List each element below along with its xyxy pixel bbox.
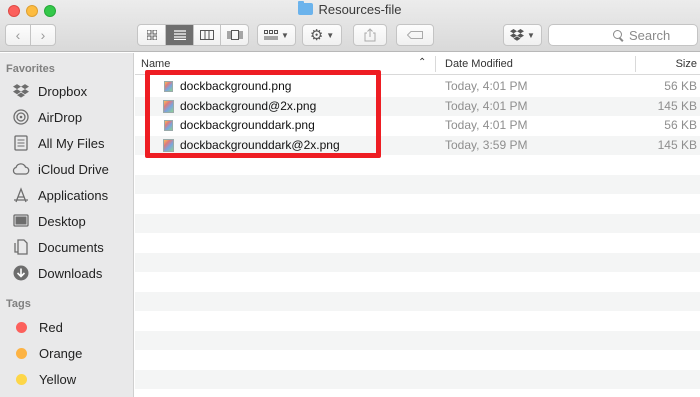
airdrop-icon xyxy=(12,108,30,126)
sidebar-item-downloads[interactable]: Downloads xyxy=(12,263,102,283)
empty-row xyxy=(135,311,700,331)
share-icon xyxy=(364,28,376,42)
arrange-icon xyxy=(264,30,279,40)
empty-row xyxy=(135,350,700,370)
all-files-icon xyxy=(12,134,30,152)
date-column-header[interactable]: Date Modified xyxy=(445,58,513,70)
empty-row xyxy=(135,194,700,214)
image-file-icon xyxy=(163,99,174,113)
search-icon xyxy=(613,29,624,41)
navigation-buttons: ‹ › xyxy=(5,24,56,46)
tags-heading: Tags xyxy=(6,298,31,310)
share-button[interactable] xyxy=(353,24,387,46)
search-field[interactable]: Search xyxy=(548,24,698,46)
chevron-right-icon: › xyxy=(40,27,46,43)
sidebar-item-desktop[interactable]: Desktop xyxy=(12,211,86,231)
file-row[interactable]: dockbackgrounddark@2x.png Today, 3:59 PM… xyxy=(135,135,700,155)
sidebar: Favorites Dropbox AirDrop All My Files i… xyxy=(0,53,134,397)
chevron-down-icon: ▼ xyxy=(281,30,289,40)
arrange-button[interactable]: ▼ xyxy=(257,24,296,46)
column-divider[interactable] xyxy=(635,56,636,72)
sidebar-item-all-my-files[interactable]: All My Files xyxy=(12,133,104,153)
file-name: dockbackgrounddark.png xyxy=(180,118,315,132)
yellow-tag-dot-icon xyxy=(16,373,27,385)
file-date: Today, 4:01 PM xyxy=(445,98,528,113)
sidebar-item-dropbox[interactable]: Dropbox xyxy=(12,81,87,101)
tag-icon xyxy=(407,31,423,39)
image-file-icon xyxy=(164,120,173,131)
sidebar-item-airdrop[interactable]: AirDrop xyxy=(12,107,82,127)
chevron-down-icon: ▼ xyxy=(527,30,535,40)
cover-flow-view-button[interactable] xyxy=(221,25,248,45)
list-icon xyxy=(173,30,186,40)
sidebar-item-tag-yellow[interactable]: Yellow xyxy=(12,369,76,389)
sidebar-item-tag-orange[interactable]: Orange xyxy=(12,343,82,363)
file-row[interactable]: dockbackgrounddark.png Today, 4:01 PM 56… xyxy=(135,116,700,136)
favorites-heading: Favorites xyxy=(6,63,55,75)
file-date: Today, 4:01 PM xyxy=(445,118,528,132)
dropbox-button[interactable]: ▼ xyxy=(503,24,542,46)
empty-row xyxy=(135,369,700,389)
forward-button[interactable]: › xyxy=(31,25,55,45)
cover-flow-icon xyxy=(227,30,242,40)
desktop-icon xyxy=(12,212,30,230)
grid-icon xyxy=(146,30,157,40)
file-row[interactable]: dockbackground.png Today, 4:01 PM 56 KB xyxy=(135,77,700,97)
list-view-button[interactable] xyxy=(166,25,194,45)
empty-row xyxy=(135,291,700,311)
documents-icon xyxy=(12,238,30,256)
file-list: Name ⌃ Date Modified Size dockbackground… xyxy=(135,53,700,397)
columns-icon xyxy=(200,30,214,40)
file-size: 56 KB xyxy=(664,118,697,132)
chevron-left-icon: ‹ xyxy=(15,27,21,43)
size-column-header[interactable]: Size xyxy=(676,58,697,70)
file-name: dockbackgrounddark@2x.png xyxy=(180,137,340,152)
view-mode-control xyxy=(137,24,249,46)
empty-row xyxy=(135,233,700,253)
cloud-icon xyxy=(12,160,30,178)
search-placeholder: Search xyxy=(629,27,671,43)
icon-view-button[interactable] xyxy=(138,25,166,45)
back-button[interactable]: ‹ xyxy=(6,25,31,45)
sidebar-item-tag-red[interactable]: Red xyxy=(12,317,63,337)
empty-row xyxy=(135,272,700,292)
file-date: Today, 4:01 PM xyxy=(445,79,528,93)
edit-tags-button[interactable] xyxy=(396,24,434,46)
column-divider[interactable] xyxy=(435,56,436,72)
sort-ascending-icon: ⌃ xyxy=(418,57,427,68)
action-button[interactable]: ⚙ ▼ xyxy=(302,24,342,46)
empty-row xyxy=(135,155,700,175)
orange-tag-dot-icon xyxy=(16,347,27,359)
chevron-down-icon: ▼ xyxy=(326,30,335,40)
file-size: 145 KB xyxy=(657,98,697,113)
file-size: 145 KB xyxy=(657,137,697,152)
dropbox-icon xyxy=(12,82,30,100)
file-name: dockbackground.png xyxy=(180,79,292,93)
red-tag-dot-icon xyxy=(16,321,27,333)
folder-icon xyxy=(298,1,314,15)
column-header: Name ⌃ Date Modified Size xyxy=(135,53,700,75)
image-file-icon xyxy=(164,81,173,92)
empty-row xyxy=(135,330,700,350)
empty-row xyxy=(135,213,700,233)
column-view-button[interactable] xyxy=(194,25,221,45)
sidebar-item-applications[interactable]: Applications xyxy=(12,185,108,205)
name-column-header[interactable]: Name xyxy=(141,58,170,70)
file-date: Today, 3:59 PM xyxy=(445,137,528,152)
file-size: 56 KB xyxy=(664,79,697,93)
dropbox-icon xyxy=(510,29,525,41)
downloads-icon xyxy=(12,264,30,282)
image-file-icon xyxy=(163,138,174,152)
empty-row xyxy=(135,174,700,194)
file-row[interactable]: dockbackground@2x.png Today, 4:01 PM 145… xyxy=(135,96,700,116)
toolbar: Resources-file ‹ › ▼ ⚙ ▼ ▼ Search xyxy=(0,0,700,52)
sidebar-item-documents[interactable]: Documents xyxy=(12,237,104,257)
window-title: Resources-file xyxy=(0,1,700,17)
empty-row xyxy=(135,252,700,272)
gear-icon: ⚙ xyxy=(309,27,324,44)
sidebar-item-icloud-drive[interactable]: iCloud Drive xyxy=(12,159,109,179)
applications-icon xyxy=(12,186,30,204)
file-name: dockbackground@2x.png xyxy=(180,98,317,113)
